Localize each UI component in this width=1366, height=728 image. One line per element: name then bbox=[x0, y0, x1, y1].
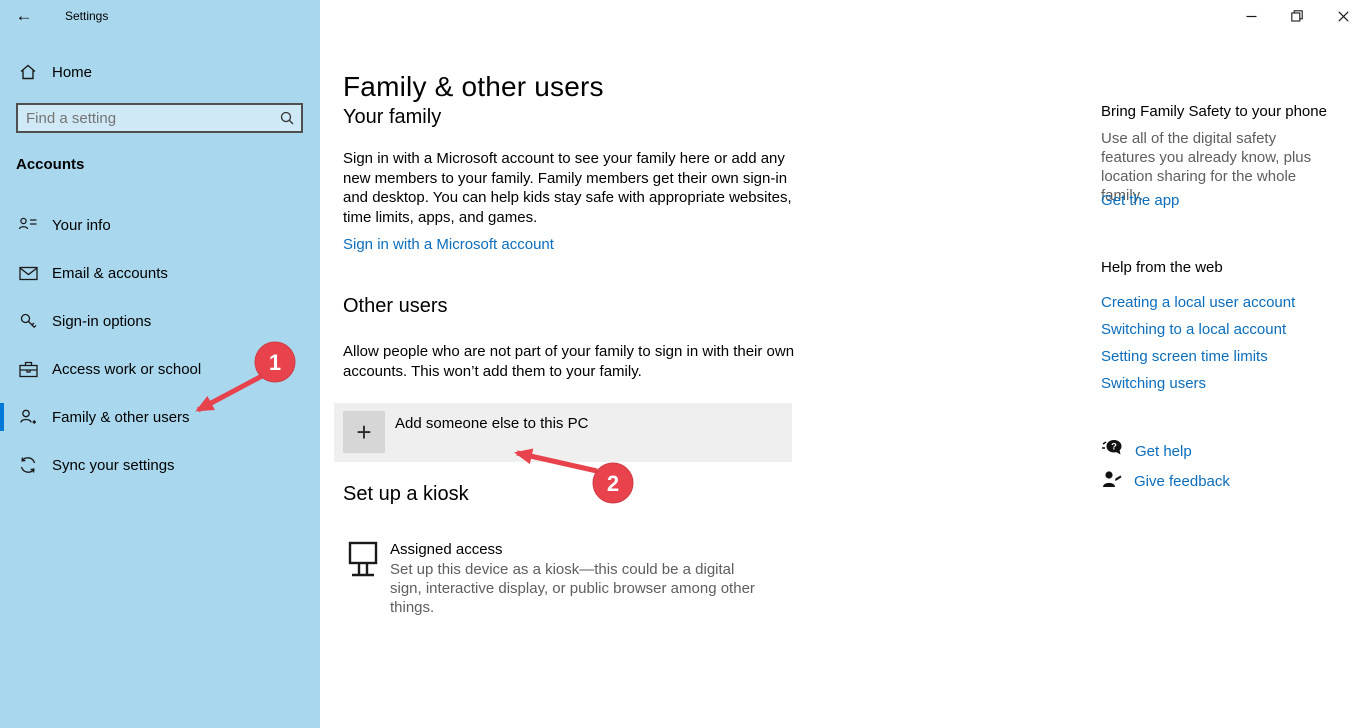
plus-icon: + bbox=[343, 411, 385, 453]
help-link-switch-local-account[interactable]: Switching to a local account bbox=[1101, 321, 1286, 338]
sidebar-item-label: Your info bbox=[52, 217, 111, 234]
back-button[interactable]: ← bbox=[0, 0, 48, 32]
sidebar: ← Settings Home Accounts bbox=[0, 0, 320, 728]
get-help-label: Get help bbox=[1135, 443, 1192, 460]
search-box bbox=[16, 103, 303, 133]
get-the-app-link[interactable]: Get the app bbox=[1101, 192, 1179, 209]
window-controls bbox=[1228, 0, 1366, 32]
sidebar-item-family-other-users[interactable]: Family & other users bbox=[0, 400, 320, 434]
annotation-step-2: 2 bbox=[607, 471, 619, 496]
sidebar-item-label: Email & accounts bbox=[52, 265, 168, 282]
key-icon bbox=[18, 311, 38, 331]
titlebar-left: ← Settings bbox=[0, 0, 320, 32]
svg-text:?: ? bbox=[1111, 441, 1117, 452]
help-chat-icon: ? bbox=[1101, 439, 1123, 463]
app-title: Settings bbox=[65, 9, 108, 23]
sidebar-item-access-work-school[interactable]: Access work or school bbox=[0, 352, 320, 386]
assigned-access-title[interactable]: Assigned access bbox=[390, 540, 503, 560]
close-button[interactable] bbox=[1320, 0, 1366, 32]
sign-in-microsoft-link[interactable]: Sign in with a Microsoft account bbox=[343, 236, 554, 253]
settings-window: ← Settings Home Accounts bbox=[0, 0, 1366, 728]
selected-indicator bbox=[0, 403, 4, 431]
help-link-switching-users[interactable]: Switching users bbox=[1101, 375, 1206, 392]
kiosk-heading: Set up a kiosk bbox=[343, 483, 469, 506]
add-someone-label: Add someone else to this PC bbox=[395, 415, 588, 432]
help-link-screen-time-limits[interactable]: Setting screen time limits bbox=[1101, 348, 1268, 365]
briefcase-icon bbox=[18, 359, 38, 379]
search-icon[interactable] bbox=[273, 110, 301, 126]
sidebar-item-label: Sync your settings bbox=[52, 457, 175, 474]
sync-icon bbox=[18, 455, 38, 475]
add-someone-button[interactable]: + Add someone else to this PC bbox=[334, 403, 792, 462]
sidebar-item-label: Family & other users bbox=[52, 409, 190, 426]
help-link-local-user-account[interactable]: Creating a local user account bbox=[1101, 294, 1295, 311]
person-plus-icon bbox=[18, 407, 38, 427]
assigned-access-description: Set up this device as a kiosk—this could… bbox=[390, 560, 768, 617]
home-icon bbox=[18, 62, 38, 82]
give-feedback-label: Give feedback bbox=[1134, 473, 1230, 490]
kiosk-sign-icon bbox=[348, 541, 378, 583]
other-users-heading: Other users bbox=[343, 295, 447, 318]
minimize-button[interactable] bbox=[1228, 0, 1274, 32]
sidebar-item-label: Home bbox=[52, 64, 92, 81]
sidebar-item-home[interactable]: Home bbox=[0, 55, 320, 89]
sidebar-item-your-info[interactable]: Your info bbox=[0, 208, 320, 242]
search-input[interactable] bbox=[18, 110, 273, 127]
feedback-person-icon bbox=[1102, 470, 1122, 493]
sidebar-item-email-accounts[interactable]: Email & accounts bbox=[0, 256, 320, 290]
sidebar-item-sync-settings[interactable]: Sync your settings bbox=[0, 448, 320, 482]
get-help-link[interactable]: ? Get help bbox=[1101, 439, 1192, 463]
page-title: Family & other users bbox=[343, 71, 604, 103]
your-family-description: Sign in with a Microsoft account to see … bbox=[343, 149, 795, 227]
give-feedback-link[interactable]: Give feedback bbox=[1102, 470, 1230, 493]
envelope-icon bbox=[18, 263, 38, 283]
other-users-description: Allow people who are not part of your fa… bbox=[343, 342, 795, 381]
family-safety-heading: Bring Family Safety to your phone bbox=[1101, 103, 1327, 120]
sidebar-item-label: Sign-in options bbox=[52, 313, 151, 330]
sidebar-item-sign-in-options[interactable]: Sign-in options bbox=[0, 304, 320, 338]
sidebar-section-accounts: Accounts bbox=[16, 156, 84, 173]
your-family-heading: Your family bbox=[343, 106, 441, 129]
help-from-web-heading: Help from the web bbox=[1101, 259, 1223, 276]
contact-card-icon bbox=[18, 215, 38, 235]
sidebar-item-label: Access work or school bbox=[52, 361, 201, 378]
restore-button[interactable] bbox=[1274, 0, 1320, 32]
